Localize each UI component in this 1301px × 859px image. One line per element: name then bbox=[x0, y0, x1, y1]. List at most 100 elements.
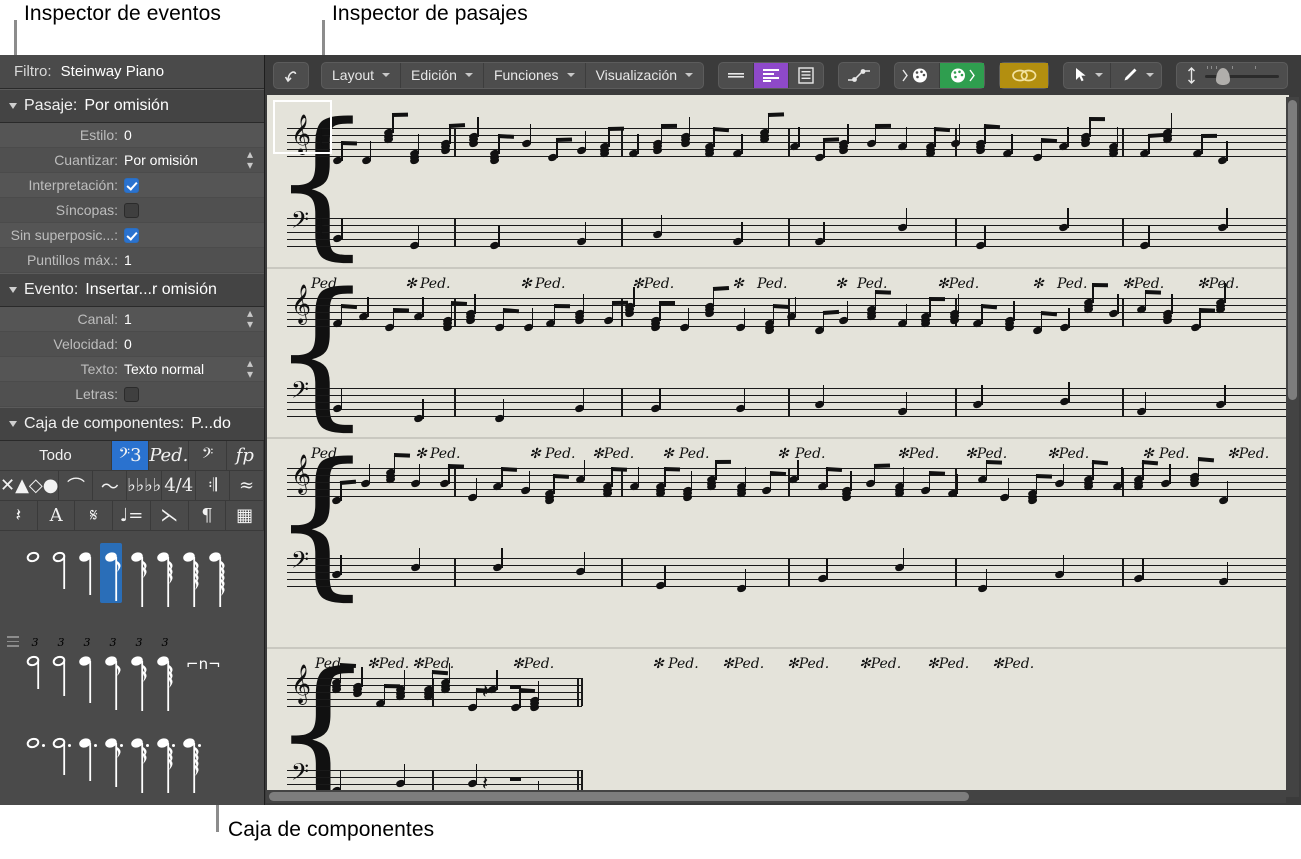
midi-in-icon[interactable] bbox=[895, 63, 940, 88]
note-value-triplet-notes-3[interactable]: 3 bbox=[104, 649, 126, 716]
event-section-header[interactable]: Evento: Insertar...r omisión bbox=[0, 273, 264, 307]
passage-row-4[interactable]: Sin superposic...: bbox=[0, 223, 264, 248]
note-value-triplet-notes-5[interactable]: 3 bbox=[156, 649, 178, 716]
zoom-slider-thumb[interactable] bbox=[1216, 68, 1230, 85]
bar-line[interactable] bbox=[454, 128, 456, 156]
row-value[interactable] bbox=[124, 228, 242, 243]
disclosure-triangle-icon[interactable] bbox=[9, 103, 17, 109]
pedal-marking[interactable]: Ped. bbox=[1159, 446, 1190, 462]
bar-line[interactable] bbox=[621, 468, 623, 496]
treble-clef[interactable]: 𝄞 bbox=[291, 457, 311, 491]
event-row-1[interactable]: Velocidad:0 bbox=[0, 332, 264, 357]
note-value-plain-notes-0[interactable] bbox=[26, 545, 48, 612]
bar-line[interactable] bbox=[788, 558, 790, 586]
row-value[interactable] bbox=[124, 387, 242, 402]
pedal-marking[interactable]: ✻Ped. bbox=[592, 446, 634, 462]
partbox-tool-text[interactable]: A bbox=[38, 501, 76, 531]
bar-line[interactable] bbox=[454, 468, 456, 496]
note-value-triplet-notes-2[interactable]: 3 bbox=[78, 649, 100, 716]
pedal-marking[interactable]: ✻ bbox=[405, 276, 417, 292]
row-value[interactable]: 0 bbox=[124, 336, 242, 352]
chevron-down-icon[interactable] bbox=[685, 73, 693, 77]
treble-clef[interactable]: 𝄞 bbox=[291, 667, 311, 701]
note-value-dotted-notes-6[interactable] bbox=[182, 731, 204, 798]
note-value-dotted-notes-0[interactable] bbox=[26, 731, 48, 798]
chain-link-icon[interactable] bbox=[1000, 63, 1048, 88]
bar-line[interactable] bbox=[955, 388, 957, 416]
checkbox[interactable] bbox=[124, 203, 139, 218]
bar-line[interactable] bbox=[621, 218, 623, 246]
time-signature[interactable]: 44 bbox=[315, 219, 324, 241]
bar-line[interactable] bbox=[955, 218, 957, 246]
pedal-marking[interactable]: ✻ bbox=[732, 276, 744, 292]
partbox-tool-accidentals[interactable]: ♭♭♭♭ bbox=[127, 471, 162, 501]
row-value[interactable]: 1 bbox=[124, 311, 242, 327]
note-value-triplet-notes-1[interactable]: 3 bbox=[52, 649, 74, 716]
pedal-marking[interactable]: Ped. bbox=[795, 446, 826, 462]
note-value-triplet-notes-0[interactable]: 3 bbox=[26, 649, 48, 716]
pedal-marking[interactable]: ✻Ped. bbox=[1227, 446, 1269, 462]
partbox-tool-articulations[interactable]: ⌒ bbox=[59, 471, 93, 501]
zoom-slider[interactable] bbox=[1205, 63, 1279, 88]
pedal-marking[interactable]: Ped. bbox=[535, 276, 566, 292]
passage-row-0[interactable]: Estilo:0 bbox=[0, 123, 264, 148]
tuplet-bracket-icon[interactable]: ⌐n¬ bbox=[186, 655, 221, 673]
pedal-marking[interactable]: ✻Ped. bbox=[927, 656, 969, 672]
note-value-plain-notes-3[interactable] bbox=[104, 545, 126, 612]
row-value[interactable]: Por omisión bbox=[124, 152, 242, 168]
row-value[interactable] bbox=[124, 178, 242, 193]
row-value[interactable]: 1 bbox=[124, 252, 242, 268]
pedal-marking[interactable]: Ped. bbox=[430, 446, 461, 462]
stepper-arrows-icon[interactable]: ▴▾ bbox=[242, 308, 264, 330]
horizontal-scroll-thumb[interactable] bbox=[269, 792, 969, 801]
bass-clef[interactable]: 𝄢 bbox=[291, 379, 309, 407]
midi-out-icon[interactable] bbox=[940, 63, 984, 88]
chevron-down-icon[interactable] bbox=[567, 73, 575, 77]
note-value-plain-notes-2[interactable] bbox=[78, 545, 100, 612]
menu-funciones[interactable]: Funciones bbox=[484, 63, 586, 88]
checkbox[interactable] bbox=[124, 228, 139, 243]
list-icon[interactable] bbox=[789, 63, 823, 88]
note-value-dotted-notes-1[interactable] bbox=[52, 731, 74, 798]
passage-row-2[interactable]: Interpretación: bbox=[0, 173, 264, 198]
bar-line[interactable] bbox=[621, 558, 623, 586]
partbox-tab-bass-clef[interactable]: 𝄢 bbox=[189, 441, 226, 471]
pedal-marking[interactable]: ✻Ped. bbox=[897, 446, 939, 462]
pedal-marking[interactable]: ✻ bbox=[529, 446, 541, 462]
bar-line[interactable] bbox=[621, 388, 623, 416]
note-value-dotted-notes-5[interactable] bbox=[156, 731, 178, 798]
passage-row-3[interactable]: Síncopas: bbox=[0, 198, 264, 223]
automation-curve-icon[interactable] bbox=[839, 63, 879, 88]
pedal-marking[interactable]: Ped. bbox=[545, 446, 576, 462]
partbox-tool-slurs[interactable]: 〜 bbox=[93, 471, 127, 501]
partbox-tool-tempo[interactable]: ♩= bbox=[113, 501, 151, 531]
bar-line[interactable] bbox=[788, 298, 790, 326]
passage-section-header[interactable]: Pasaje: Por omisión bbox=[0, 89, 264, 123]
pedal-marking[interactable]: Ped. bbox=[420, 276, 451, 292]
bar-line[interactable] bbox=[955, 558, 957, 586]
note-value-dotted-notes-2[interactable] bbox=[78, 731, 100, 798]
pedal-marking[interactable]: ✻ bbox=[835, 276, 847, 292]
pedal-marking[interactable]: ✻ Ped. bbox=[652, 656, 699, 672]
pedal-marking[interactable]: ✻ bbox=[415, 446, 427, 462]
pedal-marking[interactable]: ✻ bbox=[777, 446, 789, 462]
bass-clef[interactable]: 𝄢 bbox=[291, 761, 309, 789]
disclosure-triangle-icon[interactable] bbox=[9, 287, 17, 293]
bass-clef[interactable]: 𝄢 bbox=[291, 549, 309, 577]
stacked-lines-icon[interactable] bbox=[754, 63, 789, 88]
note-value-plain-notes-1[interactable] bbox=[52, 545, 74, 612]
partbox-tool-noteheads[interactable]: ✕▲◇● bbox=[0, 471, 59, 501]
stepper-arrows-icon[interactable]: ▴▾ bbox=[242, 149, 264, 171]
pedal-marking[interactable]: ✻Ped. bbox=[937, 276, 979, 292]
pedal-marking[interactable]: Ped. bbox=[757, 276, 788, 292]
pedal-marking[interactable]: ✻ bbox=[1032, 276, 1044, 292]
pedal-marking[interactable]: ✻Ped. bbox=[722, 656, 764, 672]
bar-line[interactable] bbox=[581, 678, 583, 706]
bar-line[interactable] bbox=[788, 128, 790, 156]
row-value[interactable]: 0 bbox=[124, 127, 242, 143]
lines-icon[interactable] bbox=[719, 63, 754, 88]
partbox-tool-rests[interactable]: 𝄽 bbox=[0, 501, 38, 531]
partbox-tool-crescendo[interactable]: ⋋ bbox=[151, 501, 189, 531]
note-value-plain-notes-5[interactable] bbox=[156, 545, 178, 612]
menu-edicion[interactable]: Edición bbox=[401, 63, 484, 88]
